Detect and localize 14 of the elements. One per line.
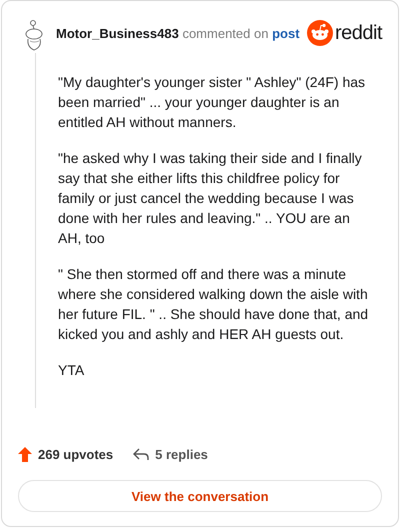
comment-paragraph: YTA xyxy=(58,361,86,380)
upvote-icon[interactable] xyxy=(18,446,32,462)
comment-paragraph: "he asked why I was taking their side and I finally say that she either lifts this childfree policy for family or just cancel the wedding because I was done with her rules and leaving." .. YOU are an AH, too xyxy=(58,149,363,248)
upvote-count: 269 upvotes xyxy=(38,446,114,462)
view-conversation-button[interactable]: View the conversation xyxy=(18,480,382,512)
reply-count: 5 replies xyxy=(155,446,208,462)
comment-paragraph: " She then stormed off and there was a minute where she considered walking down the aisle with her future FIL. " .. She should have done that, and kicked you and ashly and HER AH guests out. xyxy=(58,265,370,344)
action-text: commented on xyxy=(182,26,268,40)
post-link[interactable]: post xyxy=(272,26,300,40)
comment-paragraph: "My daughter's younger sister " Ashley" (24F) has been married" ... your younger daughter is an entitled AH without manners. xyxy=(58,73,366,132)
reddit-wordmark: reddit xyxy=(334,22,382,44)
reddit-logo-icon xyxy=(306,20,333,46)
username[interactable]: Motor_Business483 xyxy=(56,26,179,40)
reply-icon[interactable] xyxy=(133,448,150,460)
